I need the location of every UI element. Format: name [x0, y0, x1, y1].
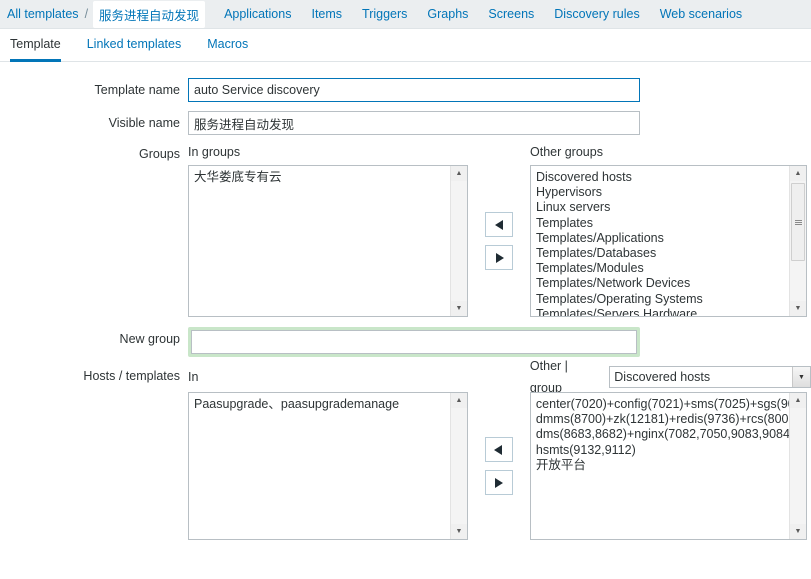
in-hosts-listbox[interactable]: Paasupgrade、paasupgrademanage ▲ ▼	[188, 392, 468, 540]
scroll-down-icon[interactable]: ▼	[451, 301, 467, 316]
arrow-left-icon	[494, 219, 503, 230]
list-item[interactable]: Linux servers	[536, 200, 787, 215]
list-item[interactable]: Discovered hosts	[536, 170, 787, 185]
breadcrumb-bar: All templates / 服务进程自动发现 Applications It…	[0, 0, 811, 29]
move-to-other-hosts-button[interactable]	[484, 470, 513, 495]
visible-name-input[interactable]	[188, 111, 640, 135]
form-row-new-group: New group	[0, 327, 811, 357]
other-hosts-listbox[interactable]: center(7020)+config(7021)+sms(7025)+sgs(…	[529, 392, 807, 540]
breadcrumb-current-template[interactable]: 服务进程自动发现	[93, 0, 206, 28]
tab-bar: Template Linked templates Macros	[0, 29, 811, 62]
in-groups-items: 大华娄底专有云	[189, 166, 450, 316]
scroll-up-icon[interactable]: ▲	[789, 393, 806, 408]
groups-dual-list: In groups 大华娄底专有云 ▲ ▼ Other groups Disco…	[188, 144, 811, 317]
in-hosts-items: Paasupgrade、paasupgrademanage	[189, 393, 450, 539]
other-groups-scrollbar[interactable]: ▲ ▼	[789, 166, 806, 316]
form-row-hosts-templates: Hosts / templates In Paasupgrade、paasupg…	[0, 359, 811, 540]
hosts-transfer-buttons	[468, 392, 530, 540]
scroll-down-icon[interactable]: ▼	[451, 524, 467, 539]
new-group-input[interactable]	[191, 330, 637, 354]
host-group-select[interactable]: Discovered hosts ▼	[609, 366, 811, 388]
breadcrumb-separator: /	[84, 7, 89, 21]
template-name-input[interactable]	[188, 78, 640, 102]
scroll-up-icon[interactable]: ▲	[451, 166, 467, 181]
in-hosts-label: In	[188, 370, 199, 384]
nav-item-web-scenarios[interactable]: Web scenarios	[659, 7, 743, 21]
list-item[interactable]: Templates/Modules	[536, 261, 787, 276]
in-groups-scrollbar[interactable]: ▲ ▼	[450, 166, 467, 316]
list-item[interactable]: 开放平台	[536, 458, 787, 473]
nav-item-graphs[interactable]: Graphs	[426, 7, 469, 21]
move-to-other-groups-button[interactable]	[485, 245, 513, 270]
other-hosts-column: Other | group Discovered hosts ▼ center(…	[529, 359, 811, 540]
groups-transfer-buttons	[468, 165, 530, 317]
host-group-select-value: Discovered hosts	[614, 370, 711, 384]
arrow-left-icon	[494, 444, 503, 455]
nav-item-discovery-rules[interactable]: Discovery rules	[553, 7, 640, 21]
in-groups-label: In groups	[188, 145, 241, 159]
in-hosts-column: In Paasupgrade、paasupgrademanage ▲ ▼	[188, 366, 468, 540]
list-item[interactable]: center(7020)+config(7021)+sms(7025)+sgs(…	[536, 397, 789, 412]
tab-template[interactable]: Template	[10, 37, 61, 62]
other-groups-listbox[interactable]: Discovered hosts Hypervisors Linux serve…	[530, 165, 807, 317]
list-item[interactable]: Hypervisors	[536, 185, 787, 200]
scrollbar-grip-icon	[794, 219, 802, 225]
other-hosts-items: center(7020)+config(7021)+sms(7025)+sgs(…	[531, 393, 789, 539]
arrow-right-icon	[495, 252, 504, 263]
list-item[interactable]: 大华娄底专有云	[194, 170, 448, 185]
scrollbar-track[interactable]	[790, 181, 806, 301]
other-groups-items: Discovered hosts Hypervisors Linux serve…	[531, 166, 789, 316]
arrow-right-icon	[495, 477, 504, 488]
scroll-down-icon[interactable]: ▼	[789, 524, 806, 539]
scroll-down-icon[interactable]: ▼	[790, 301, 806, 316]
scroll-up-icon[interactable]: ▲	[451, 393, 467, 408]
scrollbar-track[interactable]	[451, 181, 467, 301]
list-item[interactable]: dmms(8700)+zk(12181)+redis(9736)+rcs(800…	[536, 412, 789, 427]
other-hosts-header: Other | group Discovered hosts ▼	[530, 359, 811, 395]
list-item[interactable]: Templates/Servers Hardware	[536, 307, 787, 316]
nav-item-triggers[interactable]: Triggers	[361, 7, 408, 21]
scrollbar-thumb[interactable]	[791, 183, 805, 261]
template-name-label: Template name	[94, 83, 180, 97]
list-item[interactable]: Templates/Applications	[536, 231, 787, 246]
other-groups-label: Other groups	[530, 145, 603, 159]
hosts-templates-label: Hosts / templates	[83, 369, 180, 383]
in-groups-column: In groups 大华娄底专有云 ▲ ▼	[188, 144, 468, 317]
list-item[interactable]: Templates/Operating Systems	[536, 292, 787, 307]
list-item[interactable]: dms(8683,8682)+nginx(7082,7050,9083,9084…	[536, 427, 789, 442]
other-hosts-scrollbar[interactable]: ▲ ▼	[788, 393, 806, 539]
nav-item-screens[interactable]: Screens	[487, 7, 535, 21]
move-to-in-hosts-button[interactable]	[484, 437, 513, 462]
list-item[interactable]: Paasupgrade、paasupgrademanage	[194, 397, 448, 412]
list-item[interactable]: Templates	[536, 216, 787, 231]
tab-macros[interactable]: Macros	[207, 37, 248, 62]
in-hosts-header: In	[188, 366, 468, 388]
nav-item-items[interactable]: Items	[310, 7, 343, 21]
list-item[interactable]: Templates/Network Devices	[536, 276, 787, 291]
visible-name-label: Visible name	[108, 116, 180, 130]
template-form: Template name Visible name Groups In gro…	[0, 62, 811, 540]
hosts-templates-dual-list: In Paasupgrade、paasupgrademanage ▲ ▼ Oth…	[188, 359, 811, 540]
scrollbar-track[interactable]	[451, 408, 467, 524]
form-row-template-name: Template name	[0, 78, 811, 102]
in-groups-listbox[interactable]: 大华娄底专有云 ▲ ▼	[188, 165, 468, 317]
move-to-in-groups-button[interactable]	[485, 212, 513, 237]
form-row-visible-name: Visible name	[0, 111, 811, 135]
tab-linked-templates[interactable]: Linked templates	[87, 37, 182, 62]
groups-label: Groups	[139, 147, 180, 161]
chevron-down-icon: ▼	[792, 367, 810, 387]
other-groups-column: Other groups Discovered hosts Hypervisor…	[530, 144, 807, 317]
scrollbar-track[interactable]	[790, 408, 806, 524]
in-hosts-scrollbar[interactable]: ▲ ▼	[450, 393, 467, 539]
breadcrumb-all-templates[interactable]: All templates	[6, 7, 80, 21]
form-row-groups: Groups In groups 大华娄底专有云 ▲ ▼ Other group…	[0, 144, 811, 317]
new-group-label: New group	[119, 332, 180, 346]
nav-item-applications[interactable]: Applications	[223, 7, 292, 21]
new-group-highlight	[188, 327, 640, 357]
scroll-up-icon[interactable]: ▲	[790, 166, 806, 181]
list-item[interactable]: Templates/Databases	[536, 246, 787, 261]
list-item[interactable]: hsmts(9132,9112)	[536, 443, 787, 458]
